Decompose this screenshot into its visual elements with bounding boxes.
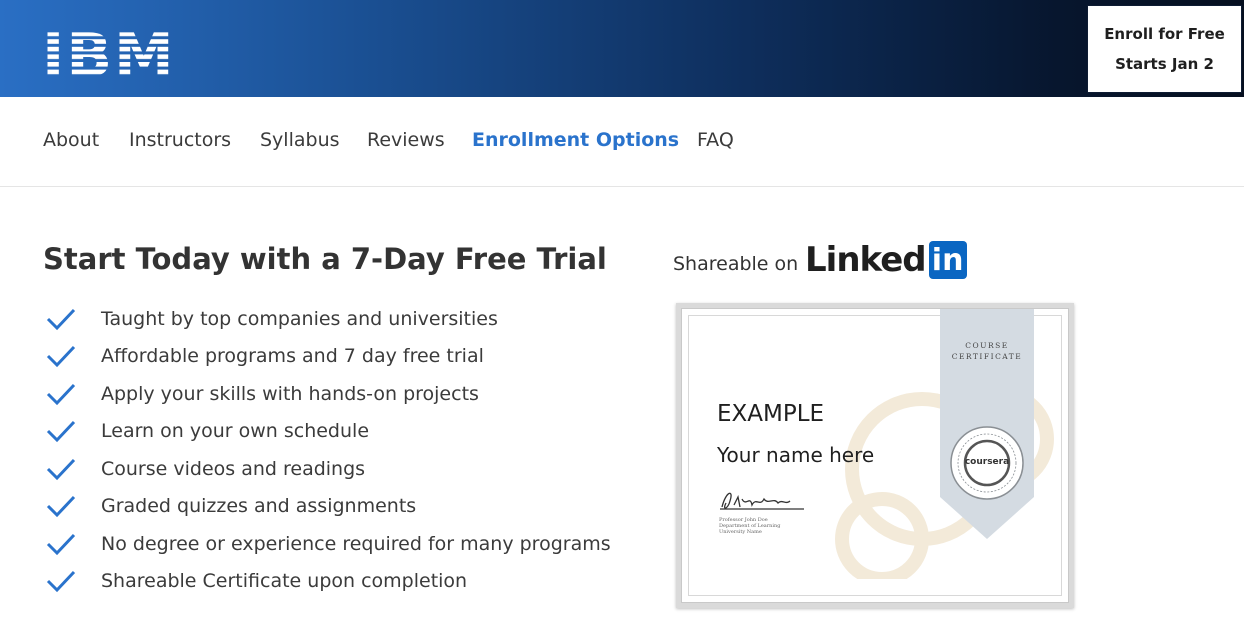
check-icon: [46, 383, 76, 405]
svg-text:IBM: IBM: [42, 24, 176, 78]
linkedin-logo: Linked in: [805, 240, 967, 280]
check-icon: [46, 421, 76, 443]
enroll-button-label: Enroll for Free: [1104, 25, 1225, 43]
list-item: Apply your skills with hands-on projects: [44, 375, 479, 413]
check-icon: [46, 308, 76, 330]
feature-text: Course videos and readings: [101, 457, 366, 480]
feature-text: Affordable programs and 7 day free trial: [101, 345, 484, 368]
seal-brand-text: coursera: [964, 457, 1010, 467]
linkedin-in-box: in: [928, 241, 967, 279]
list-item: Affordable programs and 7 day free trial: [44, 338, 484, 376]
tab-about[interactable]: About: [43, 129, 99, 151]
check-icon: [46, 533, 76, 555]
section-tabs: About Instructors Syllabus Reviews Enrol…: [0, 97, 1244, 187]
list-item: Graded quizzes and assignments: [44, 488, 416, 526]
feature-text: Taught by top companies and universities: [101, 307, 498, 330]
signer-details: Professor John Doe Department of Learnin…: [719, 517, 780, 535]
list-item: Learn on your own schedule: [44, 413, 369, 451]
check-icon: [46, 458, 76, 480]
tab-instructors[interactable]: Instructors: [129, 129, 231, 151]
list-item: Course videos and readings: [44, 450, 365, 488]
tab-enrollment-options[interactable]: Enrollment Options: [472, 129, 679, 151]
check-icon: [46, 496, 76, 518]
feature-text: No degree or experience required for man…: [101, 532, 611, 555]
ribbon-label: COURSE: [965, 341, 1009, 350]
section-heading: Start Today with a 7-Day Free Trial: [43, 242, 607, 276]
certificate-name-text: Your name here: [717, 443, 875, 467]
check-icon: [46, 571, 76, 593]
feature-text: Shareable Certificate upon completion: [101, 570, 468, 593]
certificate-preview: COURSE CERTIFICATE coursera EXAMPLE Your…: [676, 303, 1074, 608]
feature-text: Learn on your own schedule: [101, 420, 370, 443]
linkedin-wordmark: Linked: [805, 240, 927, 280]
enroll-button-sublabel: Starts Jan 2: [1115, 55, 1214, 73]
signer-line: University Name: [719, 529, 762, 535]
header-banner: IBM Enroll for Free Starts Jan 2: [0, 0, 1244, 97]
certificate-example-text: EXAMPLE: [717, 401, 825, 427]
tab-syllabus[interactable]: Syllabus: [260, 129, 340, 151]
certificate-paper: COURSE CERTIFICATE coursera EXAMPLE Your…: [681, 308, 1069, 603]
list-item: No degree or experience required for man…: [44, 525, 611, 563]
check-icon: [46, 346, 76, 368]
shareable-label: Shareable on: [673, 253, 799, 275]
enroll-button[interactable]: Enroll for Free Starts Jan 2: [1087, 5, 1242, 93]
feature-text: Apply your skills with hands-on projects: [101, 382, 479, 405]
feature-list: Taught by top companies and universities…: [44, 300, 611, 601]
ribbon-label: CERTIFICATE: [951, 352, 1023, 361]
ibm-logo[interactable]: IBM: [42, 24, 178, 78]
signature-image: [720, 492, 804, 510]
list-item: Taught by top companies and universities: [44, 300, 498, 338]
list-item: Shareable Certificate upon completion: [44, 563, 467, 601]
tab-faq[interactable]: FAQ: [697, 129, 734, 151]
tab-reviews[interactable]: Reviews: [367, 129, 445, 151]
feature-text: Graded quizzes and assignments: [101, 495, 417, 518]
